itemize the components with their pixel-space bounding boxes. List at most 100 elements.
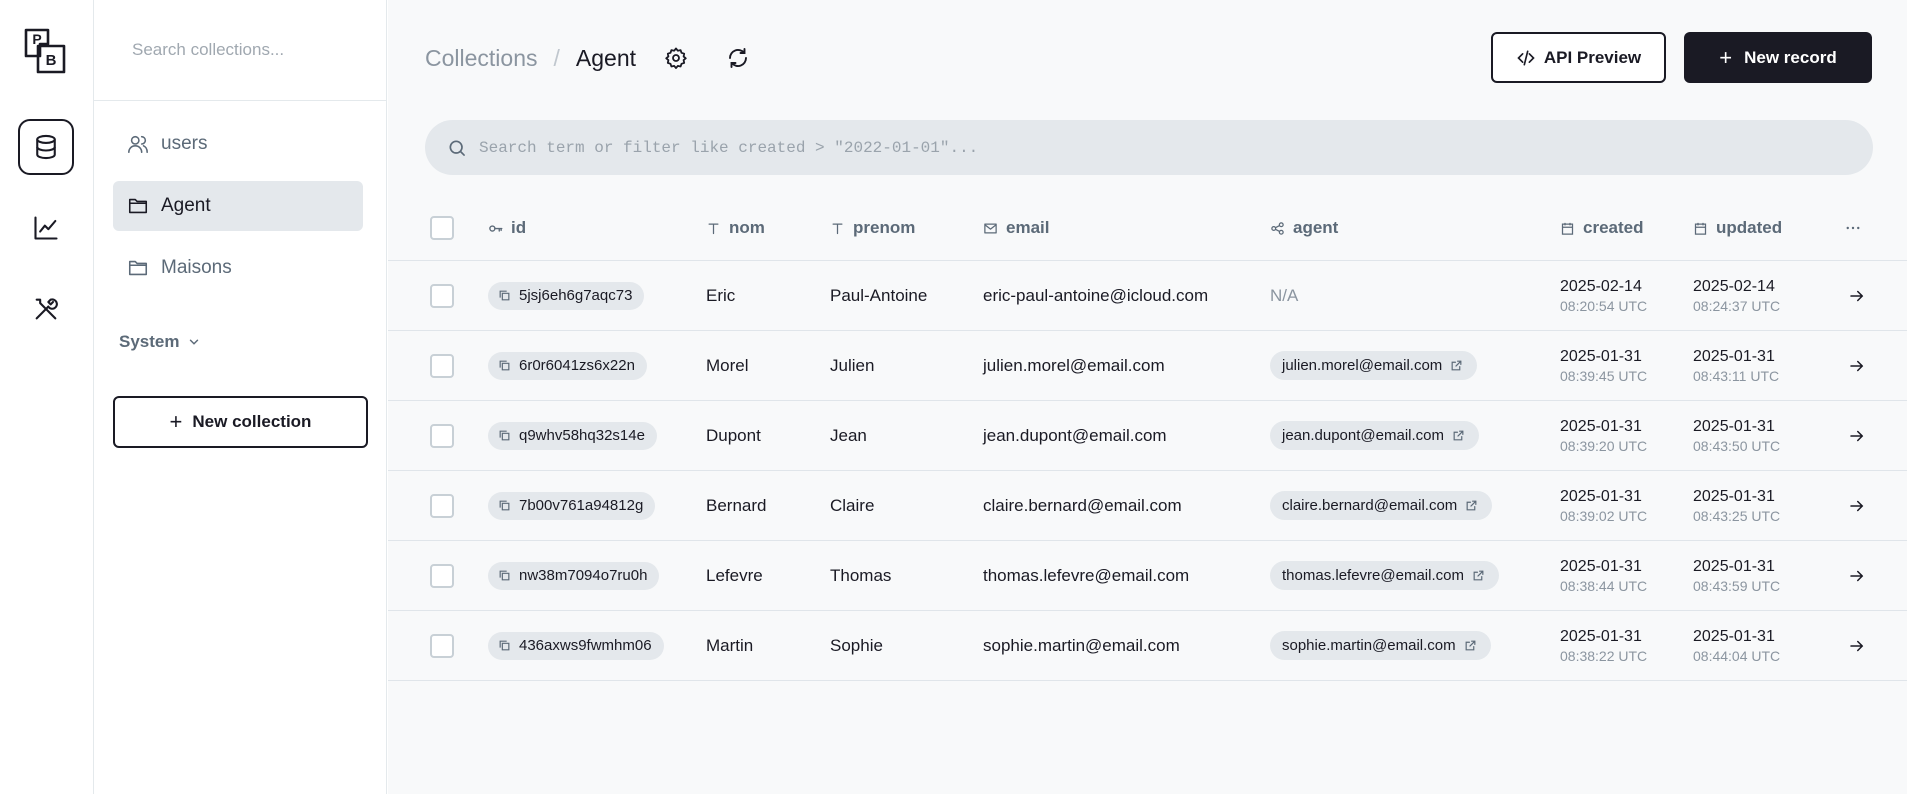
email-value: jean.dupont@email.com <box>983 425 1167 445</box>
open-record-button[interactable] <box>1848 401 1866 470</box>
email-value: claire.bernard@email.com <box>983 495 1182 515</box>
agent-relation-chip[interactable]: julien.morel@email.com <box>1270 351 1478 380</box>
column-header-prenom[interactable]: prenom <box>830 196 915 260</box>
key-icon <box>489 224 503 232</box>
row-checkbox[interactable] <box>430 563 454 588</box>
updated-time: 08:43:50 UTC <box>1693 437 1781 454</box>
updated-value: 2025-01-31 08:43:59 UTC <box>1693 541 1780 610</box>
agent-email: jean.dupont@email.com <box>1282 427 1444 444</box>
prenom-value: Thomas <box>830 565 892 585</box>
new-record-button[interactable]: + New record <box>1684 32 1872 83</box>
column-label: prenom <box>853 218 916 237</box>
column-label: email <box>1006 218 1050 237</box>
created-time: 08:39:45 UTC <box>1560 367 1648 384</box>
updated-time: 08:43:11 UTC <box>1693 367 1780 384</box>
settings-gear-icon[interactable] <box>664 46 688 70</box>
column-header-agent[interactable]: agent <box>1270 196 1338 260</box>
copy-icon <box>499 430 510 441</box>
record-id-chip[interactable]: q9whv58hq32s14e <box>488 421 657 450</box>
email-value: thomas.lefevre@email.com <box>983 565 1190 585</box>
record-id-chip[interactable]: nw38m7094o7ru0h <box>488 561 660 590</box>
table-row[interactable]: q9whv58hq32s14e Dupont Jean jean.dupont@ema… <box>388 401 1907 471</box>
sidebar-item-users[interactable]: users <box>113 119 363 169</box>
open-record-button[interactable] <box>1848 471 1866 540</box>
updated-date: 2025-01-31 <box>1693 347 1775 365</box>
row-checkbox[interactable] <box>430 283 454 308</box>
record-id: q9whv58hq32s14e <box>519 427 645 444</box>
open-record-button[interactable] <box>1848 611 1866 680</box>
pocketbase-logo[interactable]: P B <box>20 25 72 77</box>
table-row[interactable]: 436axws9fwmhm06 Martin Sophie sophie.martin… <box>388 611 1907 681</box>
updated-value: 2025-01-31 08:44:04 UTC <box>1693 611 1780 680</box>
created-time: 08:20:54 UTC <box>1560 297 1648 314</box>
copy-icon <box>499 290 510 301</box>
created-date: 2025-01-31 <box>1560 417 1642 435</box>
chart-line-icon <box>34 216 58 240</box>
records-filter-input[interactable] <box>479 138 1779 157</box>
record-id: nw38m7094o7ru0h <box>519 567 648 584</box>
agent-relation-chip[interactable]: claire.bernard@email.com <box>1270 491 1493 520</box>
column-header-nom[interactable]: nom <box>706 196 765 260</box>
breadcrumb-root[interactable]: Collections <box>425 45 538 72</box>
open-record-button[interactable] <box>1848 261 1866 330</box>
column-label: created <box>1583 218 1644 237</box>
system-toggle[interactable]: System <box>119 332 201 352</box>
text-icon <box>708 223 719 234</box>
columns-menu-button[interactable] <box>1844 196 1862 260</box>
record-id-chip[interactable]: 436axws9fwmhm06 <box>488 631 664 660</box>
sidebar-item-label: Agent <box>161 195 211 216</box>
sidebar-item-agent[interactable]: Agent <box>113 181 363 231</box>
agent-relation-chip[interactable]: jean.dupont@email.com <box>1270 421 1479 450</box>
row-checkbox[interactable] <box>430 493 454 518</box>
updated-value: 2025-02-14 08:24:37 UTC <box>1693 261 1780 330</box>
table-row[interactable]: 6r0r6041zs6x22n Morel Julien julien.morel@e… <box>388 331 1907 401</box>
select-all-checkbox[interactable] <box>430 216 454 240</box>
more-horizontal-icon <box>1846 226 1860 230</box>
arrow-right-icon <box>1850 360 1864 371</box>
plus-icon: + <box>169 409 183 434</box>
nom-value: Martin <box>706 635 754 655</box>
record-id-chip[interactable]: 6r0r6041zs6x22n <box>488 351 647 380</box>
external-link-icon <box>1465 640 1476 651</box>
updated-value: 2025-01-31 08:43:11 UTC <box>1693 331 1779 400</box>
agent-relation-chip[interactable]: sophie.martin@email.com <box>1270 631 1491 660</box>
open-record-button[interactable] <box>1848 541 1866 610</box>
nom-value: Eric <box>706 285 736 305</box>
row-checkbox[interactable] <box>430 423 454 448</box>
nav-collections[interactable] <box>18 119 74 175</box>
api-preview-label: API Preview <box>1543 47 1642 67</box>
column-header-created[interactable]: created <box>1560 196 1643 260</box>
arrow-right-icon <box>1850 500 1864 511</box>
api-preview-button[interactable]: API Preview <box>1491 32 1666 83</box>
table-row[interactable]: 5jsj6eh6g7aqc73 Eric Paul-Antoine eric-paul… <box>388 261 1907 331</box>
nav-logs[interactable] <box>18 200 74 256</box>
arrow-right-icon <box>1850 430 1864 441</box>
record-id-chip[interactable]: 7b00v761a94812g <box>488 491 656 520</box>
table-row[interactable]: nw38m7094o7ru0h Lefevre Thomas thomas.lefev… <box>388 541 1907 611</box>
plus-icon: + <box>1719 44 1733 70</box>
copy-icon <box>499 500 510 511</box>
table-row[interactable]: 7b00v761a94812g Bernard Claire claire.berna… <box>388 471 1907 541</box>
agent-email: sophie.martin@email.com <box>1282 637 1456 654</box>
new-collection-button[interactable]: + New collection <box>113 396 368 448</box>
folder-icon <box>128 260 148 276</box>
sidebar-item-maisons[interactable]: Maisons <box>113 243 363 293</box>
open-record-button[interactable] <box>1848 331 1866 400</box>
row-checkbox[interactable] <box>430 353 454 378</box>
column-header-updated[interactable]: updated <box>1693 196 1782 260</box>
record-id-chip[interactable]: 5jsj6eh6g7aqc73 <box>488 281 645 310</box>
collections-search-input[interactable] <box>132 40 348 60</box>
column-header-email[interactable]: email <box>983 196 1049 260</box>
created-date: 2025-01-31 <box>1560 627 1642 645</box>
refresh-icon[interactable] <box>726 46 750 70</box>
arrow-right-icon <box>1850 570 1864 581</box>
column-header-id[interactable]: id <box>488 196 526 260</box>
agent-email: julien.morel@email.com <box>1282 357 1443 374</box>
row-checkbox[interactable] <box>430 633 454 658</box>
column-label: nom <box>729 218 765 237</box>
nav-settings[interactable] <box>18 281 74 337</box>
updated-value: 2025-01-31 08:43:25 UTC <box>1693 471 1780 540</box>
agent-relation-chip[interactable]: thomas.lefevre@email.com <box>1270 561 1499 590</box>
external-link-icon <box>1466 500 1477 511</box>
column-label: agent <box>1293 218 1339 237</box>
